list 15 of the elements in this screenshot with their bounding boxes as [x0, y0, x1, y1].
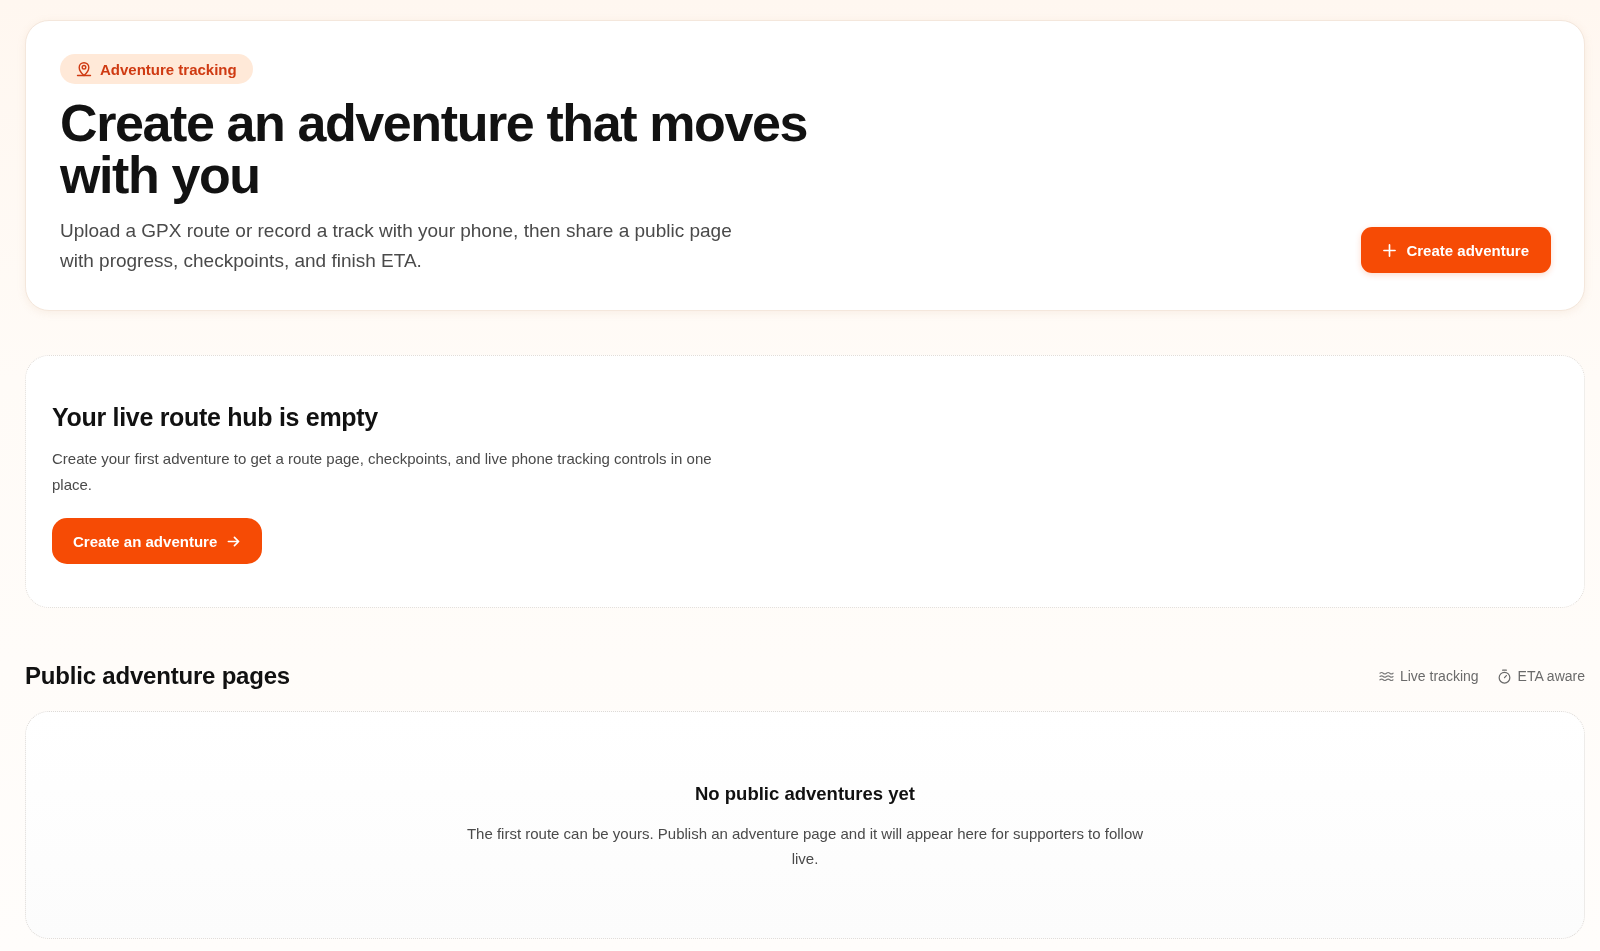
- hub-description: Create your first adventure to get a route page, checkpoints, and live phone tracking controls in one place.: [52, 449, 713, 495]
- feature-label: ETA aware: [1517, 668, 1585, 684]
- hub-title: Your live route hub is empty: [52, 402, 379, 433]
- section-title: Public adventure pages: [25, 661, 290, 691]
- plus-icon: [1383, 243, 1397, 257]
- stopwatch-icon: [1496, 668, 1512, 684]
- empty-state-title: No public adventures yet: [695, 782, 915, 806]
- hero-description: Upload a GPX route or record a track with your phone, then share a public page with progress, checkpoints, and finish ETA.: [60, 219, 733, 273]
- empty-state-description: The first route can be yours. Publish an adventure page and it will appear here for supporters to follow live.: [465, 824, 1145, 869]
- map-pin-icon: [76, 61, 92, 77]
- badge-label: Adventure tracking: [100, 60, 237, 78]
- feature-label: Live tracking: [1399, 668, 1479, 684]
- create-an-adventure-button[interactable]: Create an adventure: [52, 518, 263, 564]
- arrow-right-icon: [227, 534, 241, 548]
- create-adventure-button[interactable]: Create adventure: [1361, 227, 1551, 273]
